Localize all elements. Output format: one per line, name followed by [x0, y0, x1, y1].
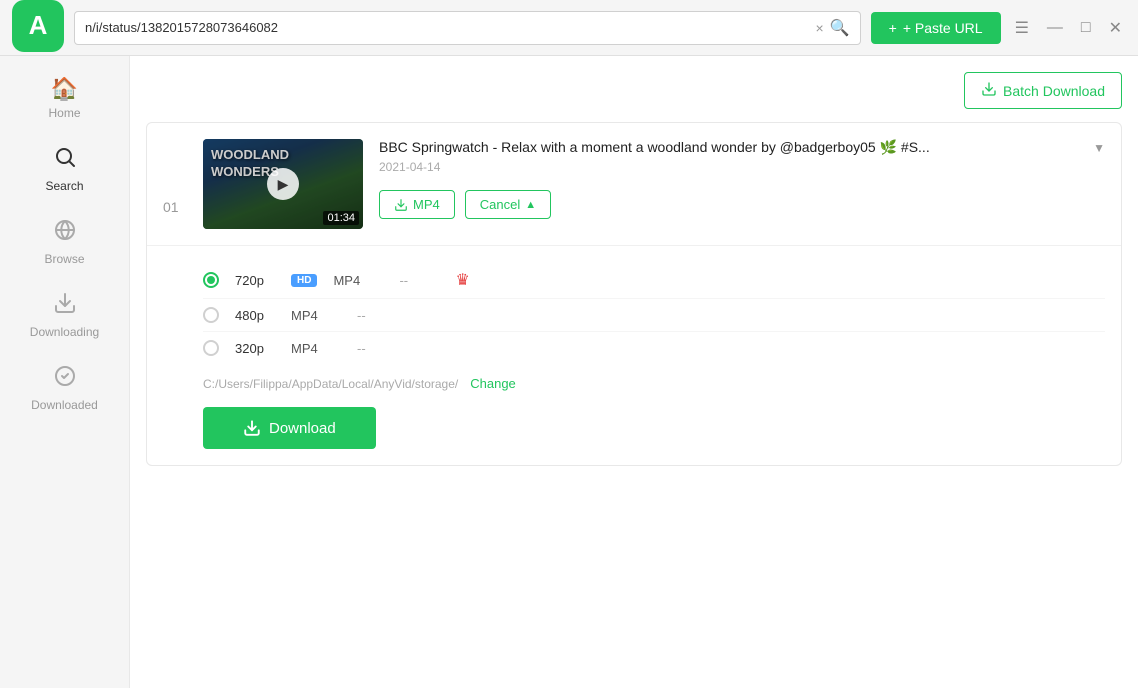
video-date: 2021-04-14: [379, 160, 1105, 174]
cancel-button[interactable]: Cancel ▲: [465, 190, 551, 219]
title-bar: A × 🔍 + + Paste URL ☰ — □ ✕: [0, 0, 1138, 56]
app-logo-letter: A: [29, 10, 48, 41]
quality-row-720p[interactable]: 720p HD MP4 -- ♛: [203, 262, 1105, 299]
url-input-wrap: × 🔍: [74, 11, 861, 45]
video-card-header: 01 WOODLAND WONDERS ▶ 01:34 BBC Springwa…: [147, 123, 1121, 246]
main-layout: 🏠 Home Search Browse: [0, 56, 1138, 688]
video-title: BBC Springwatch - Relax with a moment a …: [379, 139, 930, 156]
video-index: 01: [163, 139, 187, 215]
quality-options: 720p HD MP4 -- ♛ 480p MP4 -- 320p: [147, 246, 1121, 364]
batch-download-icon: [981, 81, 997, 100]
size-720p: --: [399, 273, 439, 288]
url-input[interactable]: [85, 20, 810, 35]
storage-row: C:/Users/Filippa/AppData/Local/AnyVid/st…: [147, 364, 1121, 399]
radio-320p[interactable]: [203, 340, 219, 356]
video-card: 01 WOODLAND WONDERS ▶ 01:34 BBC Springwa…: [146, 122, 1122, 466]
sidebar-item-search[interactable]: Search: [0, 135, 129, 203]
video-title-row: BBC Springwatch - Relax with a moment a …: [379, 139, 1105, 156]
download-label: Download: [269, 420, 336, 437]
quality-row-480p[interactable]: 480p MP4 --: [203, 299, 1105, 332]
hd-badge: HD: [291, 274, 317, 287]
sidebar-item-downloading[interactable]: Downloading: [0, 281, 129, 349]
sidebar-label-downloaded: Downloaded: [31, 398, 98, 412]
change-button[interactable]: Change: [470, 376, 516, 391]
search-icon: [53, 145, 77, 175]
format-720p: MP4: [333, 273, 383, 288]
video-text: BBC Springwatch - Relax with a moment a …: [379, 139, 1105, 219]
sidebar-label-downloading: Downloading: [30, 325, 99, 339]
size-480p: --: [357, 308, 397, 323]
menu-button[interactable]: ☰: [1011, 16, 1033, 40]
paste-url-icon: +: [889, 20, 897, 36]
sidebar-label-browse: Browse: [44, 252, 84, 266]
sidebar-item-home[interactable]: 🏠 Home: [0, 66, 129, 130]
mp4-label: MP4: [413, 197, 440, 212]
download-button[interactable]: Download: [203, 407, 376, 449]
video-duration: 01:34: [323, 211, 359, 225]
download-area: Download: [147, 399, 1121, 465]
home-icon: 🏠: [51, 76, 78, 102]
url-search-icon: 🔍: [830, 18, 850, 38]
sidebar-item-browse[interactable]: Browse: [0, 208, 129, 276]
quality-label-320p: 320p: [235, 341, 275, 356]
downloaded-icon: [53, 364, 77, 394]
paste-url-label: + Paste URL: [903, 20, 983, 36]
close-button[interactable]: ✕: [1105, 16, 1126, 40]
sidebar-label-home: Home: [48, 106, 80, 120]
batch-download-button[interactable]: Batch Download: [964, 72, 1122, 109]
video-actions: MP4 Cancel ▲: [379, 190, 1105, 219]
paste-url-button[interactable]: + + Paste URL: [871, 12, 1001, 44]
quality-row-320p[interactable]: 320p MP4 --: [203, 332, 1105, 364]
size-320p: --: [357, 341, 397, 356]
browse-icon: [53, 218, 77, 248]
quality-label-720p: 720p: [235, 273, 275, 288]
sidebar: 🏠 Home Search Browse: [0, 56, 130, 688]
cancel-label: Cancel: [480, 197, 520, 212]
chevron-up-icon: ▲: [525, 199, 536, 211]
minimize-button[interactable]: —: [1043, 17, 1067, 39]
format-480p: MP4: [291, 308, 341, 323]
content-area: Batch Download 01 WOODLAND WONDERS ▶ 01:…: [130, 56, 1138, 688]
sidebar-item-downloaded[interactable]: Downloaded: [0, 354, 129, 422]
mp4-button[interactable]: MP4: [379, 190, 455, 219]
window-controls: ☰ — □ ✕: [1011, 16, 1126, 40]
downloading-icon: [53, 291, 77, 321]
play-button[interactable]: ▶: [267, 168, 299, 200]
radio-720p[interactable]: [203, 272, 219, 288]
expand-icon[interactable]: ▼: [1093, 141, 1105, 155]
url-clear-button[interactable]: ×: [816, 20, 824, 36]
sidebar-label-search: Search: [45, 179, 83, 193]
premium-icon-720p: ♛: [455, 270, 469, 290]
video-thumbnail[interactable]: WOODLAND WONDERS ▶ 01:34: [203, 139, 363, 229]
app-logo: A: [12, 0, 64, 52]
storage-path: C:/Users/Filippa/AppData/Local/AnyVid/st…: [203, 377, 458, 391]
format-320p: MP4: [291, 341, 341, 356]
batch-download-label: Batch Download: [1003, 83, 1105, 99]
maximize-button[interactable]: □: [1077, 17, 1095, 39]
radio-480p[interactable]: [203, 307, 219, 323]
quality-label-480p: 480p: [235, 308, 275, 323]
